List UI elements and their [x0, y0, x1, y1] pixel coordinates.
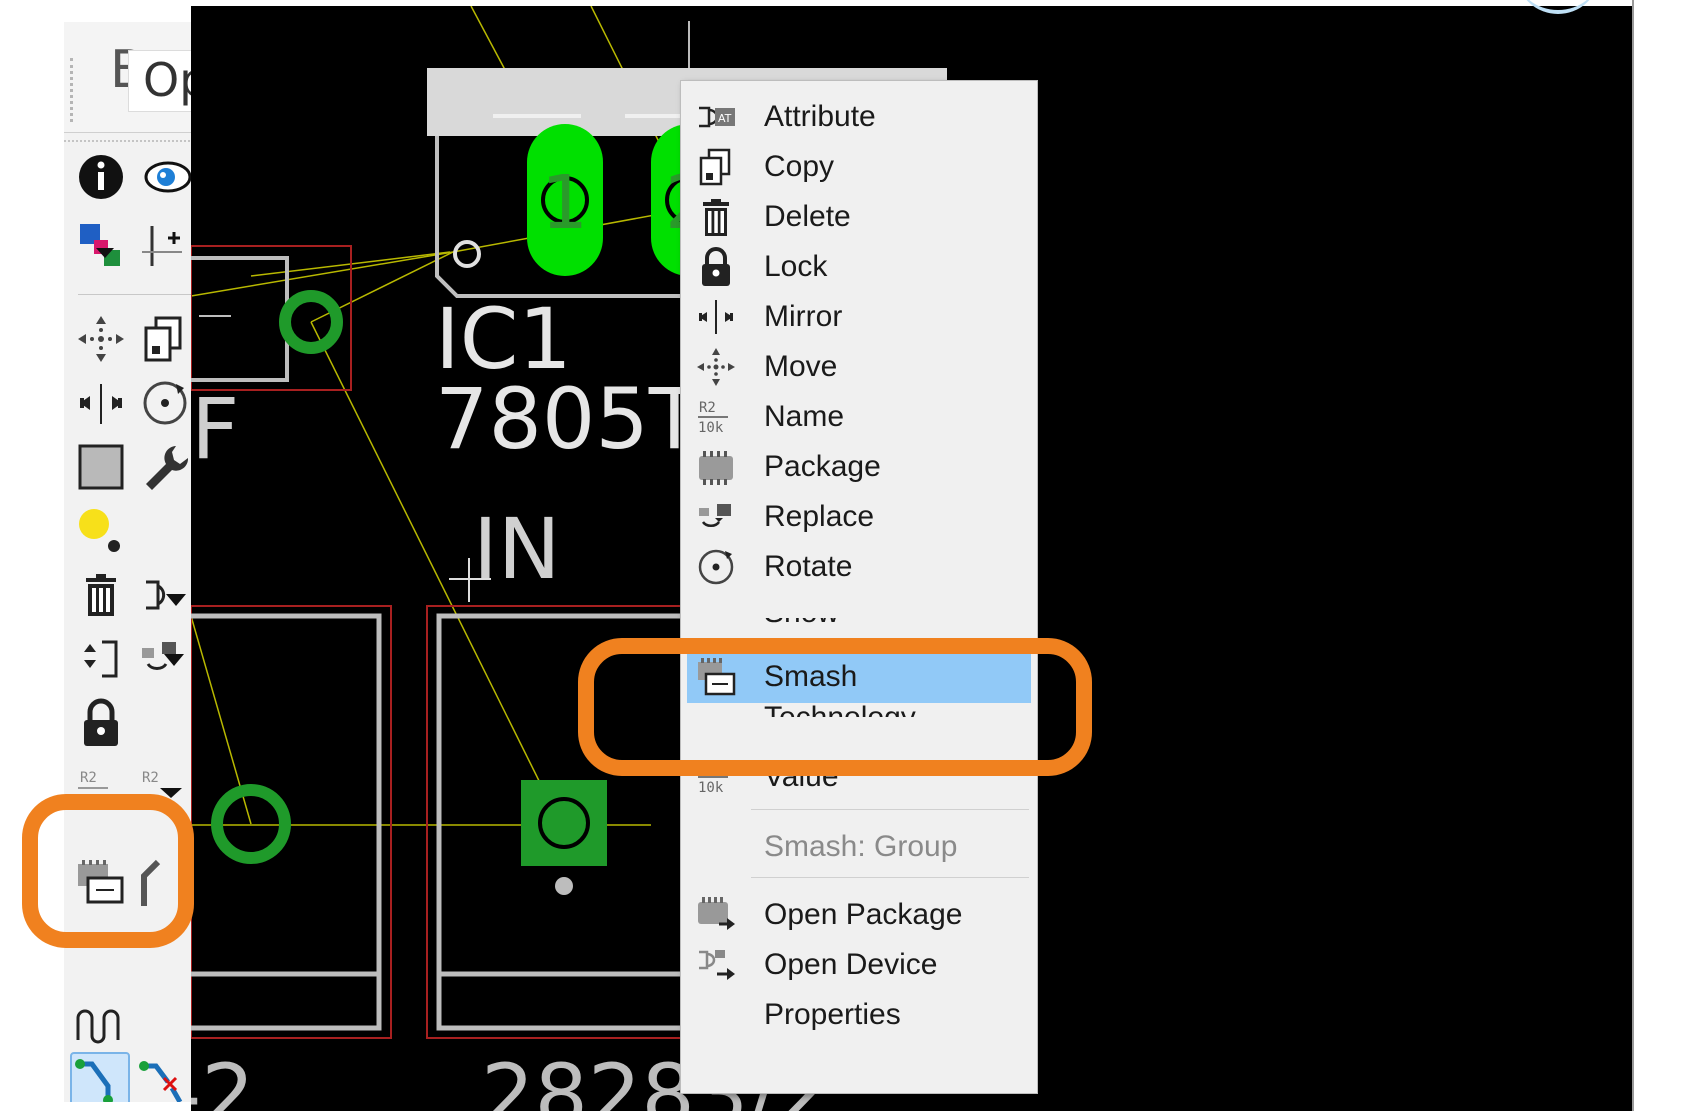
open-device-icon: [695, 944, 737, 986]
svg-text:10k: 10k: [698, 780, 724, 796]
menu-item-label: Lock: [764, 250, 828, 283]
svg-text:R2: R2: [699, 400, 716, 416]
display-layers-icon[interactable]: [74, 504, 128, 558]
smash-menu-callout: [578, 638, 1092, 776]
mark-icon[interactable]: [138, 218, 192, 272]
open-button[interactable]: Op: [128, 50, 194, 112]
menu-item-mirror[interactable]: Mirror: [687, 291, 1031, 343]
wrench-icon[interactable]: [138, 440, 192, 494]
menu-item-label: Show: [764, 618, 839, 629]
menu-item-label: Name: [764, 400, 845, 433]
part-value-label: 7805T: [435, 370, 701, 468]
menu-item-label: Copy: [764, 150, 835, 183]
right-border: [1632, 0, 1634, 1111]
meander-icon[interactable]: [74, 996, 128, 1050]
context-menu: AT Attribute Copy Delete Lock Mirror Move R2 10k…: [680, 80, 1038, 1094]
menu-item-rotate[interactable]: Rotate: [687, 541, 1031, 593]
change-layers-icon[interactable]: [74, 218, 128, 272]
pad-1-label: 1: [541, 160, 588, 246]
menu-item-label: Smash: Group: [764, 830, 958, 863]
menu-item-package[interactable]: Package: [687, 441, 1031, 493]
copy-icon[interactable]: [138, 312, 192, 366]
show-eye-icon[interactable]: [138, 150, 192, 204]
fuse-label-fragment: F: [191, 380, 239, 478]
menu-item-name[interactable]: R2 10k Name: [687, 391, 1031, 443]
menu-item-label: Properties: [764, 998, 901, 1031]
menu-item-attribute[interactable]: AT Attribute: [687, 91, 1031, 143]
menu-item-show[interactable]: Show: [764, 618, 839, 632]
menu-item-label: Mirror: [764, 300, 843, 333]
right-panel: [1632, 0, 1682, 1111]
menu-item-properties[interactable]: Properties: [687, 989, 1031, 1041]
replace-icon: [695, 496, 737, 538]
menu-item-lock[interactable]: Lock: [687, 241, 1031, 293]
split-icon[interactable]: [74, 632, 128, 686]
mirror-icon: [695, 296, 737, 338]
bottom-left-fragment: -2: [191, 1046, 255, 1111]
menu-item-open-package[interactable]: Open Package: [687, 889, 1031, 941]
replace-icon[interactable]: [138, 632, 192, 686]
menu-item-label: Rotate: [764, 550, 853, 583]
menu-item-move[interactable]: Move: [687, 341, 1031, 393]
name-tool-text: R2: [80, 770, 97, 786]
menu-separator: [751, 809, 1029, 810]
move-icon: [695, 346, 737, 388]
menu-item-replace[interactable]: Replace: [687, 491, 1031, 543]
attribute-icon: AT: [695, 96, 737, 138]
group-icon[interactable]: [74, 440, 128, 494]
name-icon: R2 10k: [695, 396, 737, 438]
info-icon[interactable]: [74, 150, 128, 204]
mirror-icon[interactable]: [74, 376, 128, 430]
rotate-icon: [695, 546, 737, 588]
copy-icon: [695, 146, 737, 188]
move-icon[interactable]: [74, 312, 128, 366]
smash-tool-callout: [22, 794, 194, 948]
toolbar-grip[interactable]: [70, 58, 76, 122]
menu-item-label: Move: [764, 350, 838, 383]
ripup-icon[interactable]: [138, 1056, 192, 1102]
lock-icon[interactable]: [74, 696, 128, 750]
lock-icon: [695, 246, 737, 288]
menu-item-copy[interactable]: Copy: [687, 141, 1031, 193]
menu-item-label: Open Package: [764, 898, 963, 931]
package-icon: [695, 446, 737, 488]
menu-item-open-device[interactable]: Open Device: [687, 939, 1031, 991]
svg-text:AT: AT: [718, 112, 732, 125]
terminal-mid-pad: [521, 780, 607, 866]
value-tool-text: R2: [142, 770, 159, 786]
menu-item-label: Package: [764, 450, 881, 483]
open-button-label: Op: [143, 53, 194, 107]
connector-label: IN: [473, 500, 561, 598]
fuse-outline: [191, 245, 352, 391]
toolbar-separator: [78, 294, 194, 295]
menu-item-label: Replace: [764, 500, 875, 533]
svg-text:10k: 10k: [698, 420, 724, 436]
menu-item-label: Open Device: [764, 948, 938, 981]
menu-item-label: Delete: [764, 200, 851, 233]
rotate-icon[interactable]: [138, 376, 192, 430]
menu-item-delete[interactable]: Delete: [687, 191, 1031, 243]
delete-icon[interactable]: [74, 568, 128, 622]
add-icon[interactable]: [138, 568, 192, 622]
toolbar-grip-horizontal: [64, 140, 194, 144]
route-icon[interactable]: [70, 1052, 130, 1102]
delete-icon: [695, 196, 737, 238]
open-package-icon: [695, 894, 737, 936]
menu-item-smash-group: Smash: Group: [687, 821, 1031, 873]
menu-separator: [751, 877, 1029, 878]
menu-item-label: Attribute: [764, 100, 876, 133]
